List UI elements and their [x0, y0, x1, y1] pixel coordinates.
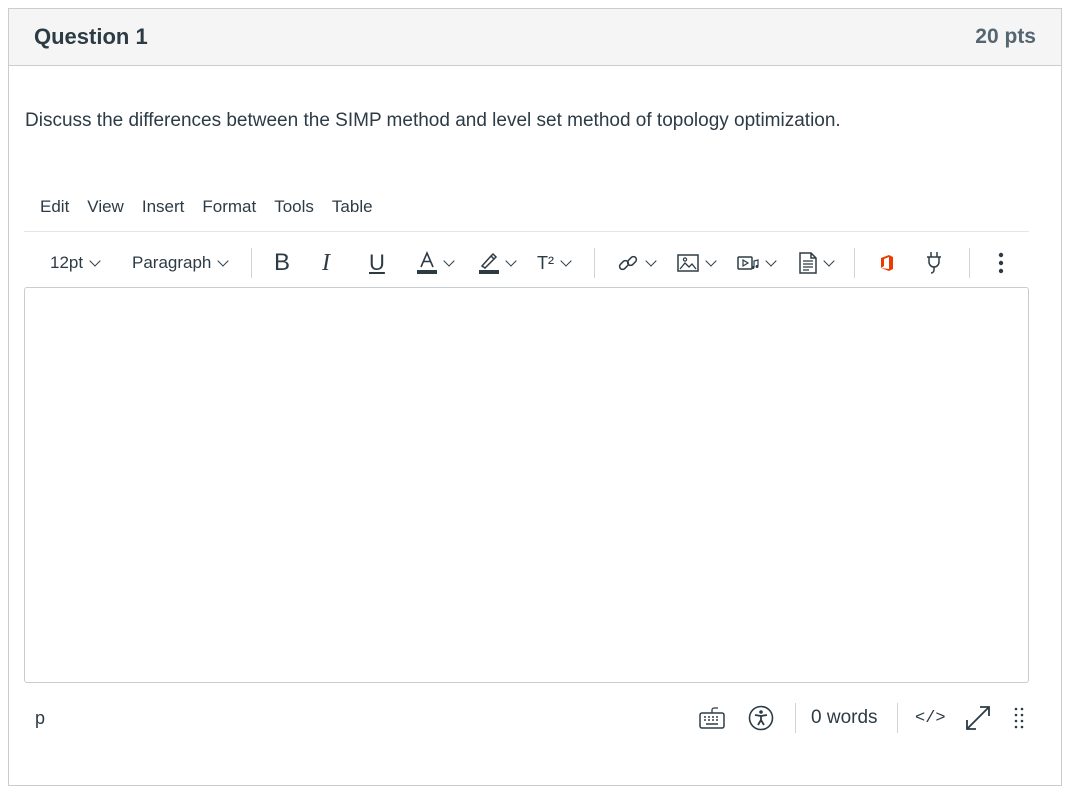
block-format-value: Paragraph	[132, 253, 212, 272]
chevron-down-icon	[823, 254, 835, 267]
bold-button[interactable]: B	[274, 240, 290, 286]
word-count-label: 0 words	[811, 707, 878, 728]
editor-statusbar: p 0 words </>	[24, 698, 1029, 738]
toolbar-divider	[594, 248, 595, 278]
menu-table[interactable]: Table	[323, 196, 382, 218]
document-icon	[799, 252, 817, 274]
block-format-dropdown[interactable]: Paragraph	[132, 240, 230, 286]
font-size-value: 12pt	[50, 253, 84, 272]
toolbar-divider	[969, 248, 970, 278]
chevron-down-icon	[443, 254, 455, 267]
keyboard-shortcuts-button[interactable]	[699, 698, 725, 738]
plugin-icon	[924, 251, 944, 275]
word-count[interactable]: 0 words	[811, 698, 878, 738]
media-icon	[737, 253, 759, 273]
underline-button[interactable]: U	[369, 240, 385, 286]
highlight-color-icon	[479, 251, 499, 275]
menu-tools[interactable]: Tools	[265, 196, 323, 218]
more-icon	[998, 252, 1004, 274]
editor-toolbar: 12pt Paragraph B I U T²	[24, 240, 1029, 286]
chevron-down-icon	[505, 254, 517, 267]
editor-menubar: Edit View Insert Format Tools Table	[40, 196, 382, 218]
text-color-icon	[417, 251, 437, 275]
menubar-divider	[24, 231, 1029, 232]
accessibility-checker-button[interactable]	[748, 698, 774, 738]
statusbar-divider	[795, 703, 796, 733]
element-path[interactable]: p	[35, 708, 45, 729]
chevron-down-icon	[89, 254, 101, 267]
question-points: 20 pts	[975, 25, 1036, 48]
more-button[interactable]	[998, 240, 1004, 286]
underline-icon: U	[369, 250, 385, 275]
toolbar-divider	[854, 248, 855, 278]
image-button[interactable]	[677, 240, 717, 286]
document-button[interactable]	[799, 240, 835, 286]
question-header: Question 1 20 pts	[9, 9, 1061, 66]
menu-view[interactable]: View	[78, 196, 133, 218]
apps-plugin-button[interactable]	[924, 240, 944, 286]
rich-text-editor-area[interactable]	[24, 287, 1029, 683]
office365-button[interactable]	[879, 240, 895, 286]
keyboard-shortcuts-icon	[699, 706, 725, 730]
html-editor-label: </>	[915, 708, 946, 728]
menu-insert[interactable]: Insert	[133, 196, 194, 218]
accessibility-checker-icon	[748, 705, 774, 731]
toolbar-divider	[251, 248, 252, 278]
question-title: Question 1	[34, 24, 148, 49]
italic-button[interactable]: I	[322, 240, 330, 286]
office365-icon	[879, 254, 895, 272]
menu-edit[interactable]: Edit	[40, 196, 78, 218]
html-editor-button[interactable]: </>	[915, 698, 946, 738]
link-icon	[617, 252, 639, 274]
superscript-icon: T²	[537, 252, 554, 273]
fullscreen-button[interactable]	[964, 698, 992, 738]
chevron-down-icon	[645, 254, 657, 267]
font-size-dropdown[interactable]: 12pt	[50, 240, 101, 286]
highlight-color-button[interactable]	[479, 240, 517, 286]
image-icon	[677, 253, 699, 273]
link-button[interactable]	[617, 240, 657, 286]
chevron-down-icon	[560, 254, 572, 267]
resize-handle-icon	[1014, 706, 1024, 730]
text-color-button[interactable]	[417, 240, 455, 286]
italic-icon: I	[322, 249, 330, 276]
media-button[interactable]	[737, 240, 777, 286]
superscript-button[interactable]: T²	[537, 240, 572, 286]
bold-icon: B	[274, 249, 291, 276]
fullscreen-icon	[964, 704, 992, 732]
chevron-down-icon	[705, 254, 717, 267]
question-text: Discuss the differences between the SIMP…	[25, 110, 841, 131]
menu-format[interactable]: Format	[193, 196, 265, 218]
chevron-down-icon	[765, 254, 777, 267]
statusbar-divider	[897, 703, 898, 733]
resize-handle[interactable]	[1014, 698, 1024, 738]
chevron-down-icon	[217, 254, 230, 267]
